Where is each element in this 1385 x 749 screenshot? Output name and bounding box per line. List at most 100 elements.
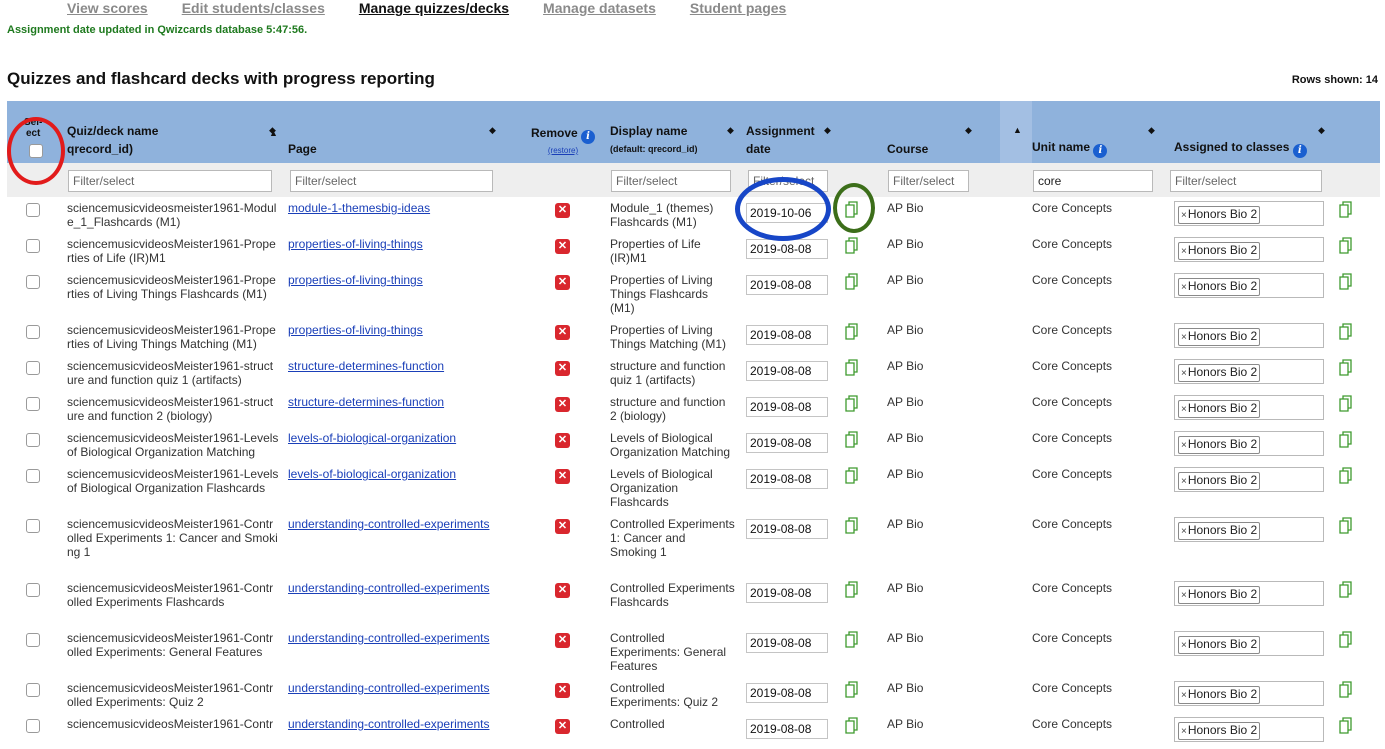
page-link[interactable]: module-1-themesbig-ideas [288,201,430,215]
row-select-checkbox[interactable] [26,325,40,339]
remove-x-icon[interactable]: ✕ [555,275,570,290]
copy-document-icon[interactable] [1339,631,1353,648]
remove-x-icon[interactable]: ✕ [555,683,570,698]
tag-remove-x-icon[interactable]: × [1181,404,1187,415]
unit-name-filter[interactable] [1033,170,1153,192]
assignment-date-input[interactable] [746,325,828,345]
assignment-date-filter[interactable] [748,170,828,192]
page-link[interactable]: properties-of-living-things [288,323,423,337]
copy-document-icon[interactable] [1339,581,1353,598]
tag-remove-x-icon[interactable]: × [1181,690,1187,701]
assigned-classes-select[interactable]: ×Honors Bio 2 [1174,201,1324,226]
copy-document-icon[interactable] [845,681,859,698]
quiz-name-column-header[interactable]: Quiz/deck name qrecord_id) [67,122,158,158]
assignment-date-input[interactable] [746,361,828,381]
assigned-classes-select[interactable]: ×Honors Bio 2 [1174,631,1324,656]
row-select-checkbox[interactable] [26,583,40,597]
tag-remove-x-icon[interactable]: × [1181,282,1187,293]
row-select-checkbox[interactable] [26,433,40,447]
copy-document-icon[interactable] [845,517,859,534]
assigned-classes-select[interactable]: ×Honors Bio 2 [1174,237,1324,262]
assignment-date-input[interactable] [746,583,828,603]
copy-document-icon[interactable] [845,201,859,218]
copy-document-icon[interactable] [1339,517,1353,534]
remove-x-icon[interactable]: ✕ [555,325,570,340]
copy-document-icon[interactable] [1339,201,1353,218]
assignment-date-input[interactable] [746,275,828,295]
remove-x-icon[interactable]: ✕ [555,633,570,648]
row-select-checkbox[interactable] [26,469,40,483]
nav-manage-datasets[interactable]: Manage datasets [543,0,656,16]
sort-ascending-icon[interactable]: ▲ [1013,125,1022,135]
page-link[interactable]: understanding-controlled-experiments [288,681,489,695]
page-link[interactable]: properties-of-living-things [288,237,423,251]
course-column-header[interactable]: Course [887,140,928,158]
assigned-classes-select[interactable]: ×Honors Bio 2 [1174,681,1324,706]
copy-document-icon[interactable] [1339,273,1353,290]
assigned-classes-column-header[interactable]: Assigned to classes i [1174,138,1307,158]
tag-remove-x-icon[interactable]: × [1181,590,1187,601]
row-select-checkbox[interactable] [26,397,40,411]
copy-document-icon[interactable] [1339,237,1353,254]
assignment-date-input[interactable] [746,519,828,539]
page-link[interactable]: understanding-controlled-experiments [288,717,489,731]
restore-link[interactable]: (restore) [548,146,578,155]
sort-arrows-icon[interactable]: ◆ [269,125,276,136]
page-link[interactable]: understanding-controlled-experiments [288,631,489,645]
page-link[interactable]: properties-of-living-things [288,273,423,287]
tag-remove-x-icon[interactable]: × [1181,476,1187,487]
unit-name-column-header[interactable]: Unit name i [1032,138,1108,158]
remove-x-icon[interactable]: ✕ [555,397,570,412]
copy-document-icon[interactable] [1339,681,1353,698]
assigned-classes-select[interactable]: ×Honors Bio 2 [1174,431,1324,456]
row-select-checkbox[interactable] [26,239,40,253]
remove-x-icon[interactable]: ✕ [555,469,570,484]
assigned-classes-select[interactable]: ×Honors Bio 2 [1174,273,1324,298]
sort-arrows-icon[interactable]: ◆ [824,125,831,136]
assigned-classes-select[interactable]: ×Honors Bio 2 [1174,359,1324,384]
row-select-checkbox[interactable] [26,275,40,289]
row-select-checkbox[interactable] [26,519,40,533]
copy-document-icon[interactable] [845,359,859,376]
info-icon[interactable]: i [581,130,596,144]
assigned-classes-select[interactable]: ×Honors Bio 2 [1174,323,1324,348]
copy-document-icon[interactable] [1339,359,1353,376]
copy-document-icon[interactable] [845,237,859,254]
assignment-date-input[interactable] [746,683,828,703]
copy-document-icon[interactable] [1339,323,1353,340]
quiz-name-filter[interactable] [68,170,272,192]
assignment-date-input[interactable] [746,203,828,223]
sort-arrows-icon[interactable]: ◆ [1148,125,1155,136]
assignment-date-input[interactable] [746,239,828,259]
row-select-checkbox[interactable] [26,203,40,217]
row-select-checkbox[interactable] [26,683,40,697]
display-name-filter[interactable] [611,170,731,192]
remove-x-icon[interactable]: ✕ [555,239,570,254]
copy-document-icon[interactable] [845,273,859,290]
assignment-date-input[interactable] [746,633,828,653]
remove-x-icon[interactable]: ✕ [555,203,570,218]
tag-remove-x-icon[interactable]: × [1181,368,1187,379]
assigned-classes-select[interactable]: ×Honors Bio 2 [1174,517,1324,542]
sort-arrows-icon[interactable]: ◆ [489,125,496,136]
assignment-date-input[interactable] [746,469,828,489]
nav-manage-quizzes-decks[interactable]: Manage quizzes/decks [359,0,509,16]
remove-x-icon[interactable]: ✕ [555,433,570,448]
page-link[interactable]: levels-of-biological-organization [288,431,456,445]
copy-document-icon[interactable] [845,323,859,340]
row-select-checkbox[interactable] [26,361,40,375]
row-select-checkbox[interactable] [26,633,40,647]
copy-document-icon[interactable] [1339,395,1353,412]
copy-document-icon[interactable] [845,631,859,648]
select-all-checkbox[interactable] [29,144,43,158]
assignment-date-input[interactable] [746,433,828,453]
copy-document-icon[interactable] [1339,431,1353,448]
copy-document-icon[interactable] [845,717,859,734]
tag-remove-x-icon[interactable]: × [1181,332,1187,343]
tag-remove-x-icon[interactable]: × [1181,246,1187,257]
copy-document-icon[interactable] [1339,467,1353,484]
copy-document-icon[interactable] [845,431,859,448]
sort-arrows-icon[interactable]: ◆ [965,125,972,136]
sort-arrows-icon[interactable]: ◆ [1318,125,1325,136]
assigned-classes-select[interactable]: ×Honors Bio 2 [1174,467,1324,492]
